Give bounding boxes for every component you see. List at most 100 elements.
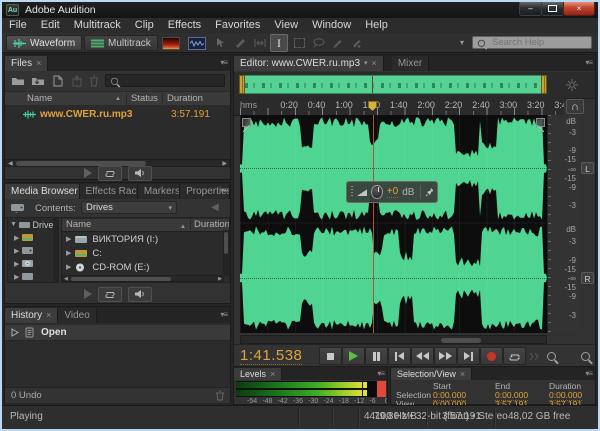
media-row[interactable]: ▶ C: [62, 246, 229, 260]
slip-tool-icon[interactable] [252, 35, 267, 50]
skip-selection-button[interactable] [528, 349, 541, 367]
media-hscrollbar[interactable]: ◀ ▶ [62, 275, 224, 282]
drive-select-icon[interactable] [11, 203, 26, 213]
record-button[interactable] [480, 347, 503, 365]
tab-editor-close-icon[interactable]: × [372, 59, 377, 68]
files-search-input[interactable] [120, 75, 221, 87]
scroll-left-icon[interactable]: ◀ [64, 276, 68, 282]
media-col-name[interactable]: Name [66, 219, 91, 231]
zoom-out-button[interactable] [580, 350, 593, 363]
play-button[interactable] [342, 347, 365, 365]
history-panel-menu-icon[interactable]: ▾≡ [220, 310, 227, 319]
editor-hscrollbar[interactable] [240, 335, 547, 344]
navigator-settings-icon[interactable] [566, 79, 578, 91]
toolbar-overflow-chevron[interactable]: ▾ [460, 38, 464, 47]
move-tool-icon[interactable] [214, 35, 229, 50]
waveform-display-icon[interactable] [188, 37, 206, 50]
import-file-icon[interactable] [31, 76, 45, 86]
contents-dropdown[interactable]: Drives ▾ [81, 201, 177, 214]
healing-brush-tool-icon[interactable] [349, 35, 364, 50]
lasso-tool-icon[interactable] [311, 35, 326, 50]
tab-files-close-icon[interactable]: × [36, 59, 41, 68]
navigator-right-handle[interactable] [541, 75, 547, 94]
tab-editor[interactable]: Editor: www.CWER.ru.mp3 ▾ × [234, 56, 384, 71]
media-loop-icon[interactable] [98, 287, 122, 302]
time-display[interactable]: 1:41.538 [240, 347, 302, 365]
trash-icon[interactable] [89, 75, 99, 87]
tab-media-browser[interactable]: Media Browser × [5, 184, 80, 199]
files-panel-menu-icon[interactable]: ▾≡ [220, 58, 227, 67]
menu-help[interactable]: Help [358, 18, 395, 33]
tab-history-close-icon[interactable]: × [46, 311, 51, 320]
media-vscrollbar[interactable] [223, 230, 229, 276]
col-name[interactable]: Name [27, 92, 52, 106]
menu-file[interactable]: File [2, 18, 34, 33]
tree-vscrollbar[interactable] [53, 218, 58, 282]
editor-scroll-handle[interactable] [441, 338, 481, 343]
stop-button[interactable] [319, 347, 342, 365]
tab-selview-close-icon[interactable]: × [460, 370, 465, 379]
scroll-handle[interactable] [16, 161, 146, 166]
media-back-arrow-icon[interactable]: ◀ [211, 202, 219, 213]
clip-indicator[interactable] [376, 381, 386, 397]
menu-favorites[interactable]: Favorites [208, 18, 267, 33]
col-duration[interactable]: Duration [167, 92, 203, 106]
selview-panel-menu-icon[interactable]: ▾≡ [585, 369, 592, 378]
menu-edit[interactable]: Edit [34, 18, 67, 33]
open-file-icon[interactable] [11, 76, 25, 86]
timeline-ruler[interactable]: hms 0:200:401:001:201:402:002:202:403:00… [234, 98, 564, 116]
fast-forward-button[interactable] [434, 347, 457, 365]
tab-markers[interactable]: Markers [138, 184, 180, 199]
search-help-input[interactable] [490, 36, 588, 49]
left-channel-button[interactable]: L [581, 162, 594, 174]
files-play-icon[interactable] [84, 168, 92, 178]
pin-hud-icon[interactable] [425, 187, 433, 197]
history-item-open[interactable]: Open [5, 325, 230, 341]
go-to-start-button[interactable] [388, 347, 411, 365]
menu-view[interactable]: View [267, 18, 305, 33]
scroll-handle[interactable] [71, 277, 171, 281]
files-search-box[interactable] [105, 74, 225, 87]
time-selection-tool-icon[interactable]: I [270, 34, 288, 52]
media-list-header[interactable]: Name ▲ Duration [62, 218, 229, 232]
media-panel-menu-icon[interactable]: ▾≡ [220, 186, 227, 195]
tree-row[interactable]: ▶ [8, 270, 58, 283]
menu-window[interactable]: Window [305, 18, 358, 33]
spectral-display-icon[interactable] [162, 37, 180, 50]
zoom-in-button[interactable] [546, 350, 559, 363]
tab-levels[interactable]: Levels × [234, 368, 282, 380]
tab-mixer[interactable]: Mixer [392, 56, 429, 71]
hud-gain-value[interactable]: +0 [387, 186, 398, 198]
close-button[interactable]: × [563, 2, 595, 16]
fade-envelope-icon[interactable] [357, 187, 367, 197]
right-channel-button[interactable]: R [581, 272, 594, 284]
navigator-waveform-strip[interactable] [245, 75, 541, 94]
minimize-button[interactable]: – [519, 2, 542, 16]
files-autoplay-speaker-icon[interactable] [128, 166, 152, 181]
waveform-display[interactable]: +0 dB [240, 115, 547, 333]
paintbrush-tool-icon[interactable] [330, 35, 345, 50]
history-trash-icon[interactable] [215, 390, 225, 401]
razor-tool-icon[interactable] [233, 35, 248, 50]
tab-video[interactable]: Video [58, 308, 96, 323]
hud-grip[interactable] [351, 186, 353, 198]
export-file-icon[interactable] [71, 75, 83, 87]
file-row[interactable]: www.CWER.ru.mp3 3:57.191 [5, 107, 230, 122]
tree-row[interactable]: ▶ [8, 257, 58, 270]
marquee-tool-icon[interactable] [292, 35, 307, 50]
tab-files[interactable]: Files × [5, 56, 48, 71]
playhead-line[interactable] [373, 115, 374, 333]
menu-multitrack[interactable]: Multitrack [67, 18, 128, 33]
tab-effects-rack[interactable]: Effects Rack [80, 184, 138, 199]
fade-out-handle[interactable] [536, 118, 545, 127]
tree-row[interactable]: ▶ [8, 244, 58, 257]
media-play-icon[interactable] [84, 289, 92, 299]
tab-levels-close-icon[interactable]: × [270, 370, 275, 379]
gain-knob[interactable] [371, 185, 382, 199]
levels-panel-menu-icon[interactable]: ▾≡ [377, 369, 384, 378]
tree-expand-icon[interactable]: ▼ [10, 221, 17, 228]
tree-root-row[interactable]: ▼ Drives [8, 218, 58, 231]
media-row[interactable]: ▶ CD-ROM (E:) [62, 260, 229, 274]
scroll-right-icon[interactable]: ▶ [218, 276, 222, 282]
editor-tab-chevron-icon[interactable]: ▾ [364, 56, 368, 71]
